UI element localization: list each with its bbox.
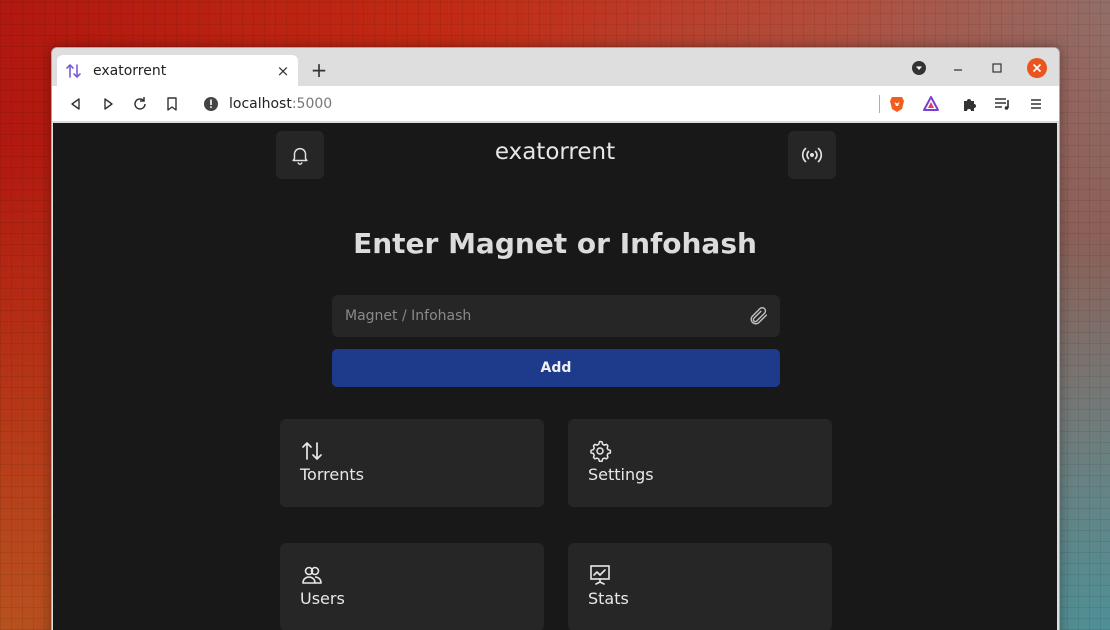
puzzle-icon xyxy=(964,99,976,111)
broadcast-icon xyxy=(801,147,823,163)
back-icon xyxy=(71,98,80,110)
browser-tab[interactable]: exatorrent × xyxy=(57,55,298,86)
settings-card[interactable]: Settings xyxy=(568,419,832,507)
tab-close-icon[interactable]: × xyxy=(276,62,290,80)
gear-icon xyxy=(590,440,612,463)
bookmark-icon xyxy=(167,97,177,111)
close-window-icon xyxy=(1027,58,1047,78)
paperclip-icon[interactable] xyxy=(748,305,770,327)
tab-search-icon xyxy=(912,61,926,75)
maximize-button[interactable] xyxy=(987,58,1007,78)
hamburger-menu-icon xyxy=(1031,99,1041,109)
users-card[interactable]: Users xyxy=(280,543,544,630)
menu-button[interactable] xyxy=(1026,94,1046,114)
extensions-button[interactable] xyxy=(960,94,980,114)
users-icon xyxy=(302,566,322,584)
url-text: localhost:5000 xyxy=(229,96,332,112)
forward-icon xyxy=(104,98,113,110)
magnet-field xyxy=(332,295,780,337)
app-title: exatorrent xyxy=(494,139,616,165)
stats-label: Stats xyxy=(588,589,629,608)
tab-strip: exatorrent × + xyxy=(52,48,1059,86)
forward-button[interactable] xyxy=(98,94,118,114)
reload-button[interactable] xyxy=(130,94,150,114)
minimize-icon xyxy=(954,69,962,71)
settings-label: Settings xyxy=(588,465,654,484)
connection-status-button[interactable] xyxy=(788,131,836,179)
tab-title: exatorrent xyxy=(93,62,167,79)
torrents-card[interactable]: Torrents xyxy=(280,419,544,507)
brave-rewards-icon xyxy=(923,96,939,111)
torrents-label: Torrents xyxy=(300,465,364,484)
tab-search-button[interactable] xyxy=(909,58,929,78)
playlist-button[interactable] xyxy=(993,94,1013,114)
new-tab-button[interactable]: + xyxy=(309,59,329,81)
close-window-button[interactable] xyxy=(1027,58,1047,78)
playlist-icon xyxy=(995,98,1009,110)
bookmark-button[interactable] xyxy=(162,94,182,114)
toolbar-separator xyxy=(879,95,880,113)
site-info-icon[interactable] xyxy=(203,96,219,112)
add-button[interactable]: Add xyxy=(332,349,780,387)
maximize-icon xyxy=(992,63,1002,73)
app-page: exatorrent Enter Magnet or Infohash Add … xyxy=(53,123,1057,630)
brave-lion-icon xyxy=(890,97,904,112)
back-button[interactable] xyxy=(66,94,86,114)
minimize-button[interactable] xyxy=(948,58,968,78)
magnet-input[interactable] xyxy=(345,308,748,324)
url-port: :5000 xyxy=(291,96,333,112)
page-heading: Enter Magnet or Infohash xyxy=(353,227,757,260)
chart-icon xyxy=(590,565,610,585)
exatorrent-favicon-icon xyxy=(66,63,81,78)
reload-icon xyxy=(134,97,146,110)
browser-toolbar: localhost:5000 xyxy=(52,86,1059,122)
brave-shields-button[interactable] xyxy=(887,94,907,114)
arrows-up-down-icon xyxy=(302,442,322,460)
url-host: localhost xyxy=(229,96,292,112)
browser-window: exatorrent × + localhost:5000 exatorrent… xyxy=(51,47,1060,630)
stats-card[interactable]: Stats xyxy=(568,543,832,630)
address-bar[interactable]: localhost:5000 xyxy=(195,90,895,118)
users-label: Users xyxy=(300,589,345,608)
brave-rewards-button[interactable] xyxy=(921,94,941,114)
